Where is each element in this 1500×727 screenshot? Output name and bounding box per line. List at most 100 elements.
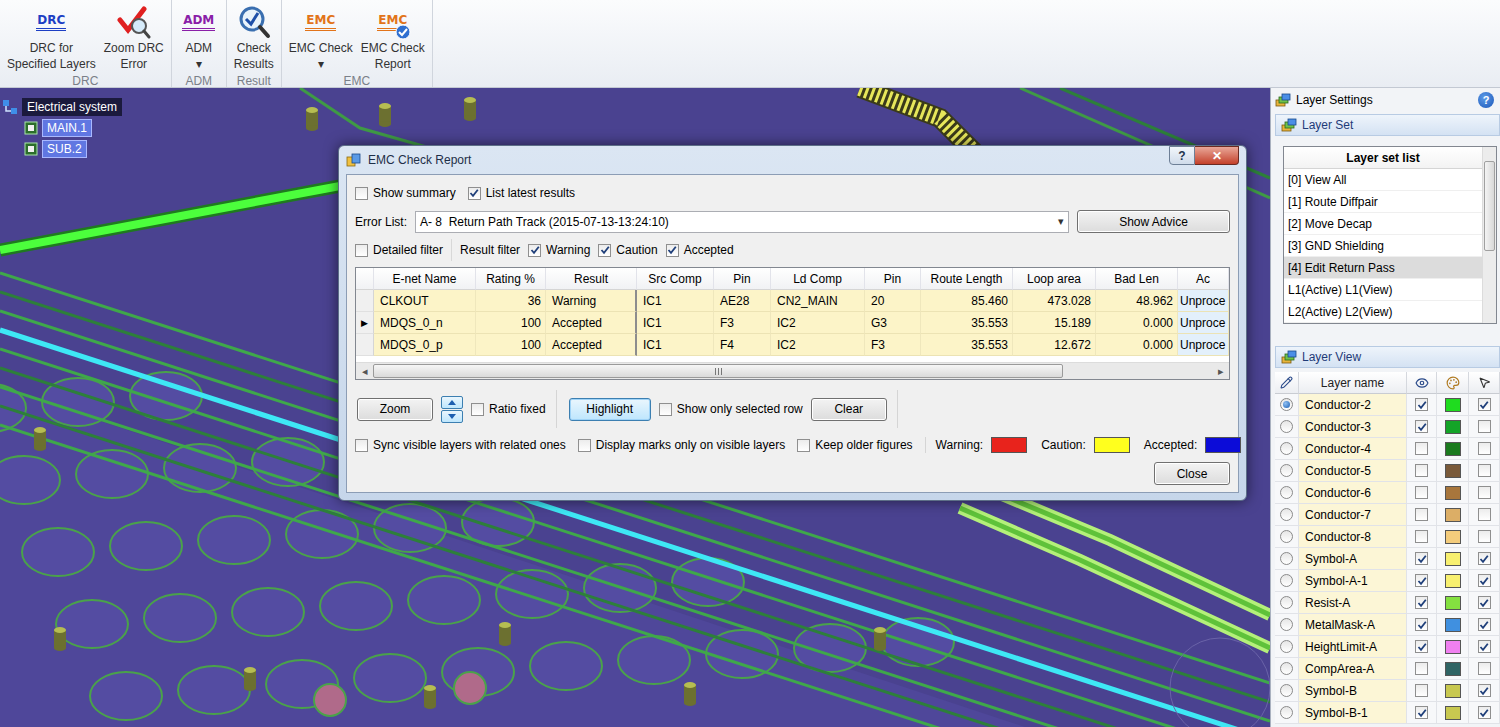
checkbox[interactable] (355, 244, 368, 257)
checkbox[interactable] (1478, 618, 1491, 631)
active-radio[interactable] (1280, 398, 1293, 411)
checkbox[interactable] (1415, 420, 1428, 433)
layer-color[interactable] (1445, 464, 1461, 478)
dropdown-arrow[interactable]: ▾ (196, 56, 202, 72)
canvas[interactable]: Electrical systemMAIN.1SUB.2EMC Check Re… (0, 88, 1270, 727)
layer-set-item[interactable]: [2] Move Decap (1284, 213, 1482, 235)
checkbox[interactable] (1478, 640, 1491, 653)
checkbox[interactable] (1415, 486, 1428, 499)
ribbon-button[interactable]: ADMADM▾ (176, 2, 222, 74)
layer-row[interactable]: Symbol-A-1 (1275, 570, 1500, 592)
active-radio[interactable] (1280, 442, 1293, 455)
layer-row[interactable]: Conductor-3 (1275, 416, 1500, 438)
checkbox[interactable] (1478, 574, 1491, 587)
layer-color[interactable] (1445, 420, 1461, 434)
active-radio[interactable] (1280, 530, 1293, 543)
checkbox[interactable] (1415, 684, 1428, 697)
layer-row[interactable]: Conductor-4 (1275, 438, 1500, 460)
active-radio[interactable] (1280, 706, 1293, 719)
checkbox[interactable] (1478, 442, 1491, 455)
scroll-left-button[interactable]: ◂ (356, 363, 373, 379)
header-cell[interactable]: Result (546, 268, 637, 290)
layer-color[interactable] (1445, 530, 1461, 544)
check-option[interactable]: Show summary (355, 186, 456, 200)
header-cell[interactable]: Rating % (476, 268, 546, 290)
layer-row[interactable]: MetalMask-A (1275, 614, 1500, 636)
layer-row[interactable]: Symbol-A (1275, 548, 1500, 570)
layer-row[interactable]: Symbol-B-1 (1275, 702, 1500, 724)
layer-row[interactable]: CompArea-A (1275, 658, 1500, 680)
checkbox[interactable] (471, 403, 484, 416)
layer-view-header[interactable]: Layer View (1275, 346, 1500, 368)
layer-set-item[interactable]: [3] GND Shielding (1284, 235, 1482, 257)
active-radio[interactable] (1280, 596, 1293, 609)
checkbox[interactable] (1415, 706, 1428, 719)
checkbox[interactable] (1478, 662, 1491, 675)
vertical-scrollbar[interactable] (1482, 147, 1496, 323)
ribbon-button[interactable]: Zoom DRCError (101, 2, 167, 74)
header-cell[interactable]: Ac (1178, 268, 1229, 290)
clear-button[interactable]: Clear (811, 398, 887, 421)
layer-color[interactable] (1445, 552, 1461, 566)
highlight-button[interactable]: Highlight (569, 398, 651, 421)
active-radio[interactable] (1280, 684, 1293, 697)
layer-set-header[interactable]: Layer Set (1275, 114, 1500, 136)
checkbox[interactable] (1478, 684, 1491, 697)
header-cell[interactable]: Layer name (1299, 372, 1407, 394)
checkbox[interactable] (797, 439, 810, 452)
checkbox[interactable] (1415, 442, 1428, 455)
checkbox[interactable] (1415, 618, 1428, 631)
active-radio[interactable] (1280, 486, 1293, 499)
title-bar[interactable]: EMC Check Report?✕ (346, 146, 1239, 174)
close-dialog-button[interactable]: Close (1154, 462, 1230, 485)
zoom-up-button[interactable] (441, 396, 463, 409)
layer-set-item[interactable]: [1] Route Diffpair (1284, 191, 1482, 213)
header-cell[interactable]: Route Length (921, 268, 1013, 290)
layer-row[interactable]: Conductor-2 (1275, 394, 1500, 416)
checkbox[interactable] (1415, 596, 1428, 609)
scroll-thumb[interactable] (373, 364, 1063, 378)
check-option[interactable]: Ratio fixed (471, 402, 546, 416)
layer-color[interactable] (1445, 684, 1461, 698)
layer-set-item[interactable]: [0] View All (1284, 169, 1482, 191)
legend-swatch[interactable] (1205, 437, 1241, 453)
layer-color[interactable] (1445, 596, 1461, 610)
checkbox[interactable] (1478, 420, 1491, 433)
show-advice-button[interactable]: Show Advice (1077, 210, 1230, 233)
legend-swatch[interactable] (1094, 437, 1130, 453)
scroll-thumb[interactable] (1484, 161, 1495, 251)
scroll-right-button[interactable]: ▸ (1212, 363, 1229, 379)
table-row[interactable]: CLKOUT36WarningIC1AE28CN2_MAIN2085.46047… (356, 290, 1229, 312)
layer-set-item[interactable]: [4] Edit Return Pass (1284, 257, 1482, 279)
header-cell[interactable]: Src Comp (637, 268, 714, 290)
check-option[interactable]: Detailed filter (355, 243, 443, 257)
checkbox[interactable] (1415, 662, 1428, 675)
layer-row[interactable]: Conductor-8 (1275, 526, 1500, 548)
checkbox[interactable] (1415, 552, 1428, 565)
header-cell[interactable]: Loop area (1013, 268, 1096, 290)
ribbon-button[interactable]: CheckResults (231, 2, 277, 74)
check-option[interactable]: Show only selected row (659, 402, 803, 416)
layer-color[interactable] (1445, 574, 1461, 588)
layer-row[interactable]: HeightLimit-A (1275, 636, 1500, 658)
active-radio[interactable] (1280, 420, 1293, 433)
active-radio[interactable] (1280, 508, 1293, 521)
checkbox[interactable] (1415, 530, 1428, 543)
checkbox[interactable] (355, 439, 368, 452)
checkbox[interactable] (659, 403, 672, 416)
help-button[interactable]: ? (1169, 146, 1195, 165)
ribbon-button[interactable]: DRCDRC forSpecified Layers (4, 2, 99, 74)
active-radio[interactable] (1280, 552, 1293, 565)
checkbox[interactable] (1415, 508, 1428, 521)
check-option[interactable]: List latest results (468, 186, 575, 200)
checkbox[interactable] (528, 244, 541, 257)
tree-item[interactable]: SUB.2 (24, 140, 122, 158)
layer-color[interactable] (1445, 640, 1461, 654)
checkbox[interactable] (1478, 464, 1491, 477)
layer-row[interactable]: Conductor-7 (1275, 504, 1500, 526)
tree-item[interactable]: MAIN.1 (24, 119, 122, 137)
checkbox[interactable] (1478, 508, 1491, 521)
header-cell[interactable]: Pin (865, 268, 921, 290)
layer-color[interactable] (1445, 662, 1461, 676)
checkbox[interactable] (1415, 398, 1428, 411)
